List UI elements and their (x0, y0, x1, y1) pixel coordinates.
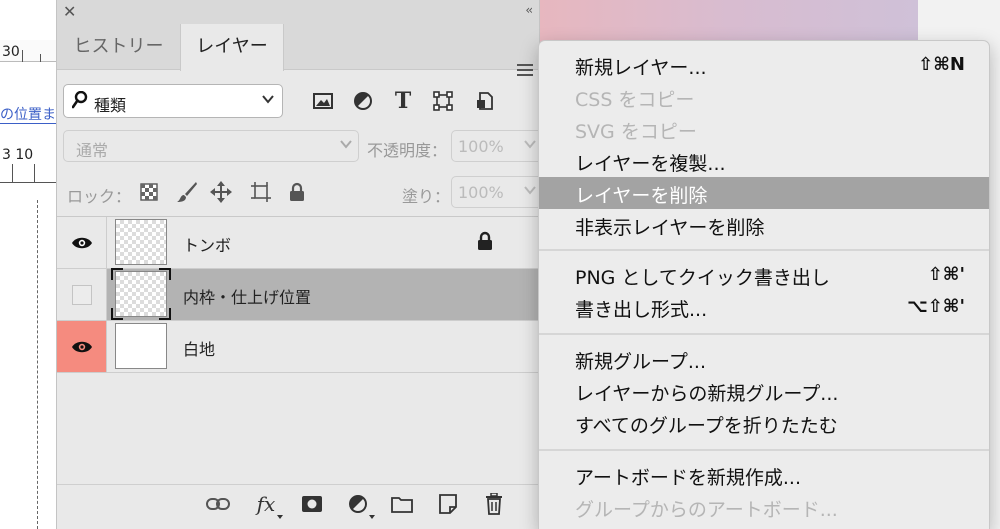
menu-item-delete-layer[interactable]: レイヤーを削除 (539, 177, 989, 209)
menu-separator (539, 449, 989, 451)
image-filter-icon[interactable] (310, 88, 336, 114)
layer-name[interactable]: 内枠・仕上げ位置 (183, 284, 311, 308)
menu-item-new-artboard[interactable]: アートボードを新規作成... (539, 459, 989, 491)
chevron-down-icon[interactable] (524, 183, 536, 199)
layer-thumbnail[interactable] (115, 323, 167, 369)
ruler-tick (22, 50, 23, 62)
guide-underline (0, 123, 56, 124)
collapse-panel-icon[interactable]: ‹‹ (525, 3, 532, 17)
trash-icon[interactable] (481, 491, 507, 517)
ruler-tick (40, 54, 41, 62)
layers-panel-menu: 新規レイヤー... ⇧⌘N CSS をコピー SVG をコピー レイヤーを複製.… (538, 40, 990, 529)
eye-icon (71, 237, 92, 248)
blend-mode-select[interactable]: 通常 (63, 130, 359, 162)
layers-panel: ✕ ‹‹ ヒストリー レイヤー 種類 T 通常 不透明度： 100% ロック： … (56, 0, 541, 529)
menu-item-copy-css: CSS をコピー (575, 89, 695, 111)
menu-separator (539, 249, 989, 251)
layer-visibility-toggle[interactable] (57, 321, 107, 372)
layer-row[interactable]: トンボ (57, 217, 539, 269)
folder-icon[interactable] (389, 491, 415, 517)
smart-object-filter-icon[interactable] (472, 88, 498, 114)
lock-label: ロック： (67, 187, 132, 206)
menu-item-quick-export-png[interactable]: PNG としてクイック書き出し ⇧⌘' (539, 259, 989, 291)
caret-icon (277, 515, 283, 519)
fx-icon[interactable]: fx (253, 491, 279, 517)
lock-icon (477, 231, 493, 255)
layer-name[interactable]: 白地 (183, 336, 215, 360)
blend-mode-value: 通常 (76, 141, 109, 160)
menu-item-new-layer[interactable]: 新規レイヤー... ⇧⌘N (539, 49, 989, 81)
chevron-down-icon (340, 137, 352, 153)
menu-item-delete-hidden-layers[interactable]: 非表示レイヤーを削除 (539, 209, 989, 241)
fill-field[interactable]: 100% (451, 176, 541, 208)
ruler-number: 30 (2, 44, 20, 60)
menu-separator (539, 333, 989, 335)
link-layers-icon[interactable] (205, 491, 231, 517)
add-mask-icon[interactable] (299, 491, 325, 517)
layer-visibility-toggle[interactable] (57, 269, 107, 320)
document-guide-text: の位置ま (0, 107, 56, 123)
menu-item-export-as[interactable]: 書き出し形式... ⌥⇧⌘' (539, 291, 989, 323)
lock-all-icon[interactable] (285, 180, 309, 204)
hidden-visibility-box (71, 284, 92, 305)
opacity-label: 不透明度： (367, 141, 448, 160)
ruler-baseline (0, 182, 56, 183)
menu-item-collapse-all-groups[interactable]: すべてのグループを折りたたむ (539, 407, 989, 439)
layer-list: トンボ 内枠・仕上げ位置 白地 (57, 216, 539, 373)
document-canvas[interactable]: 30 の位置ま 3 10 (0, 0, 56, 529)
lock-position-icon[interactable] (209, 180, 233, 204)
layer-name[interactable]: トンボ (183, 232, 231, 256)
lock-image-pixels-icon[interactable] (175, 180, 199, 204)
fill-value: 100% (458, 183, 504, 202)
shape-filter-icon[interactable] (430, 88, 456, 114)
menu-shortcut: ⇧⌘N (918, 54, 965, 75)
close-icon[interactable]: ✕ (63, 2, 76, 21)
layers-bottom-toolbar: fx (57, 484, 539, 522)
opacity-value: 100% (458, 137, 504, 156)
chevron-down-icon[interactable] (524, 137, 536, 153)
fill-label: 塗り： (402, 187, 451, 206)
menu-item-new-group[interactable]: 新規グループ... (539, 343, 989, 375)
opacity-field[interactable]: 100% (451, 130, 541, 162)
caret-icon (369, 515, 375, 519)
chevron-down-icon (262, 92, 274, 108)
lock-transparent-pixels-icon[interactable] (137, 180, 161, 204)
type-filter-icon[interactable]: T (390, 88, 416, 114)
lock-artboard-icon[interactable] (249, 180, 273, 204)
adjustment-filter-icon[interactable] (350, 88, 376, 114)
layer-visibility-toggle[interactable] (57, 217, 107, 268)
menu-item-new-group-from-layers[interactable]: レイヤーからの新規グループ... (539, 375, 989, 407)
eye-icon (71, 341, 92, 352)
tab-history[interactable]: ヒストリー (57, 24, 180, 70)
layer-filter-select[interactable]: 種類 (63, 84, 283, 118)
panel-menu-icon[interactable] (517, 64, 533, 76)
trim-guide-line (37, 200, 38, 529)
layer-thumbnail[interactable] (115, 219, 167, 265)
layer-row[interactable]: 白地 (57, 321, 539, 373)
ruler-numbers: 3 10 (2, 147, 34, 163)
search-icon (71, 90, 88, 113)
ruler-tick (34, 164, 35, 182)
tab-layers[interactable]: レイヤー (180, 24, 284, 71)
layer-row[interactable]: 内枠・仕上げ位置 (57, 268, 539, 321)
ruler-tick (12, 164, 13, 182)
menu-shortcut: ⇧⌘' (927, 264, 965, 285)
thumbnail-selection-frame (111, 268, 171, 320)
menu-item-copy-svg: SVG をコピー (575, 121, 697, 143)
menu-item-duplicate-layer[interactable]: レイヤーを複製... (539, 145, 989, 177)
menu-shortcut: ⌥⇧⌘' (906, 296, 965, 317)
new-adjustment-layer-icon[interactable] (345, 491, 371, 517)
filter-kind-label: 種類 (94, 96, 127, 115)
new-layer-icon[interactable] (435, 491, 461, 517)
menu-item-artboard-from-group: グループからのアートボード... (575, 499, 838, 521)
panel-title-bar[interactable]: ✕ ‹‹ (57, 0, 539, 24)
panel-tab-bar: ヒストリー レイヤー (57, 24, 539, 76)
